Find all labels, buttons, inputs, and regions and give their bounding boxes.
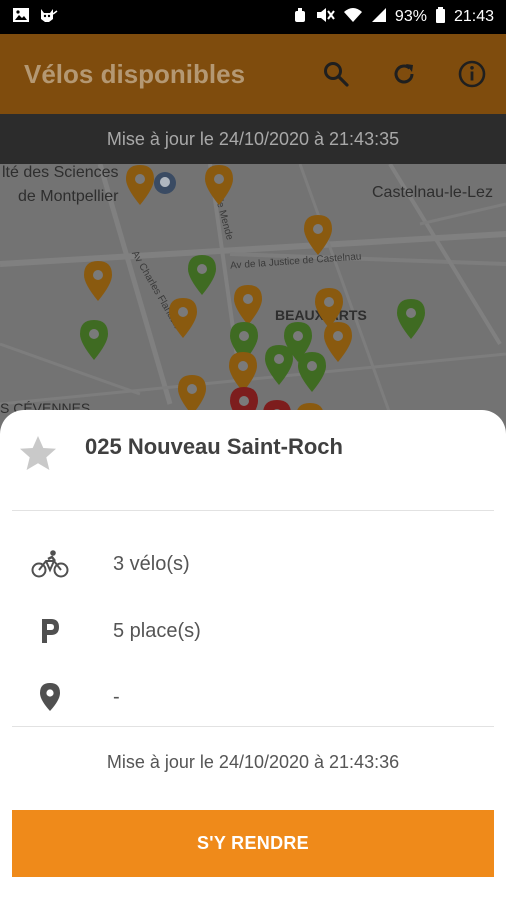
- wifi-icon: [343, 6, 363, 29]
- address-row: -: [0, 677, 506, 717]
- places-count: 5 place(s): [113, 619, 201, 642]
- parking-icon: [30, 611, 70, 651]
- station-pin-icon[interactable]: [233, 284, 263, 326]
- info-icon: [458, 60, 486, 88]
- refresh-icon: [394, 64, 414, 84]
- station-pin-icon[interactable]: [396, 298, 426, 340]
- go-there-button[interactable]: S'Y RENDRE: [12, 810, 494, 877]
- station-pin-icon[interactable]: [204, 164, 234, 206]
- station-pin-icon[interactable]: [187, 254, 217, 296]
- search-button[interactable]: [322, 60, 350, 88]
- update-banner-text: Mise à jour le 24/10/2020 à 21:43:35: [106, 128, 400, 149]
- station-pin-icon[interactable]: [264, 344, 294, 386]
- divider: [12, 726, 494, 727]
- update-banner: Mise à jour le 24/10/2020 à 21:43:35: [0, 114, 506, 164]
- station-updated: Mise à jour le 24/10/2020 à 21:43:36: [106, 752, 400, 772]
- search-icon: [324, 62, 349, 87]
- station-pin-icon[interactable]: [168, 297, 198, 339]
- station-pin-icon[interactable]: [297, 351, 327, 393]
- places-row: 5 place(s): [0, 611, 506, 651]
- star-icon: [20, 436, 56, 470]
- station-pin-icon[interactable]: [83, 260, 113, 302]
- station-pin-icon[interactable]: [125, 164, 155, 206]
- cat-notification-icon: [38, 6, 58, 29]
- station-sheet: 025 Nouveau Saint-Roch 3 vélo(s) 5 place…: [0, 410, 506, 900]
- bikes-count: 3 vélo(s): [113, 552, 190, 575]
- battery-icon: [435, 6, 446, 29]
- map-label-faculty-2: de Montpellier: [18, 188, 119, 205]
- map-label-castelnau: Castelnau-le-Lez: [372, 184, 493, 201]
- divider: [12, 510, 494, 511]
- station-pin-icon[interactable]: [323, 321, 353, 363]
- clock: 21:43: [453, 8, 494, 25]
- status-bar: 93% 21:43: [0, 0, 506, 34]
- image-notification-icon: [12, 6, 30, 29]
- station-address: -: [113, 685, 120, 708]
- station-pin-icon[interactable]: [303, 214, 333, 256]
- map-label-faculty-1: lté des Sciences: [2, 164, 119, 181]
- favorite-star-button[interactable]: [18, 434, 58, 474]
- app-title: Vélos disponibles: [24, 58, 246, 89]
- location-pin-icon: [30, 677, 70, 717]
- bikes-row: 3 vélo(s): [0, 544, 506, 584]
- app-bar: Vélos disponibles: [0, 34, 506, 114]
- station-pin-icon[interactable]: [79, 319, 109, 361]
- signal-icon: [371, 6, 387, 29]
- mute-icon: [315, 6, 335, 29]
- alarm-icon: [293, 6, 307, 29]
- bike-icon: [30, 544, 70, 584]
- refresh-button[interactable]: [390, 60, 418, 88]
- battery-percent: 93%: [394, 8, 427, 25]
- info-button[interactable]: [458, 60, 486, 88]
- station-name: 025 Nouveau Saint-Roch: [85, 434, 343, 459]
